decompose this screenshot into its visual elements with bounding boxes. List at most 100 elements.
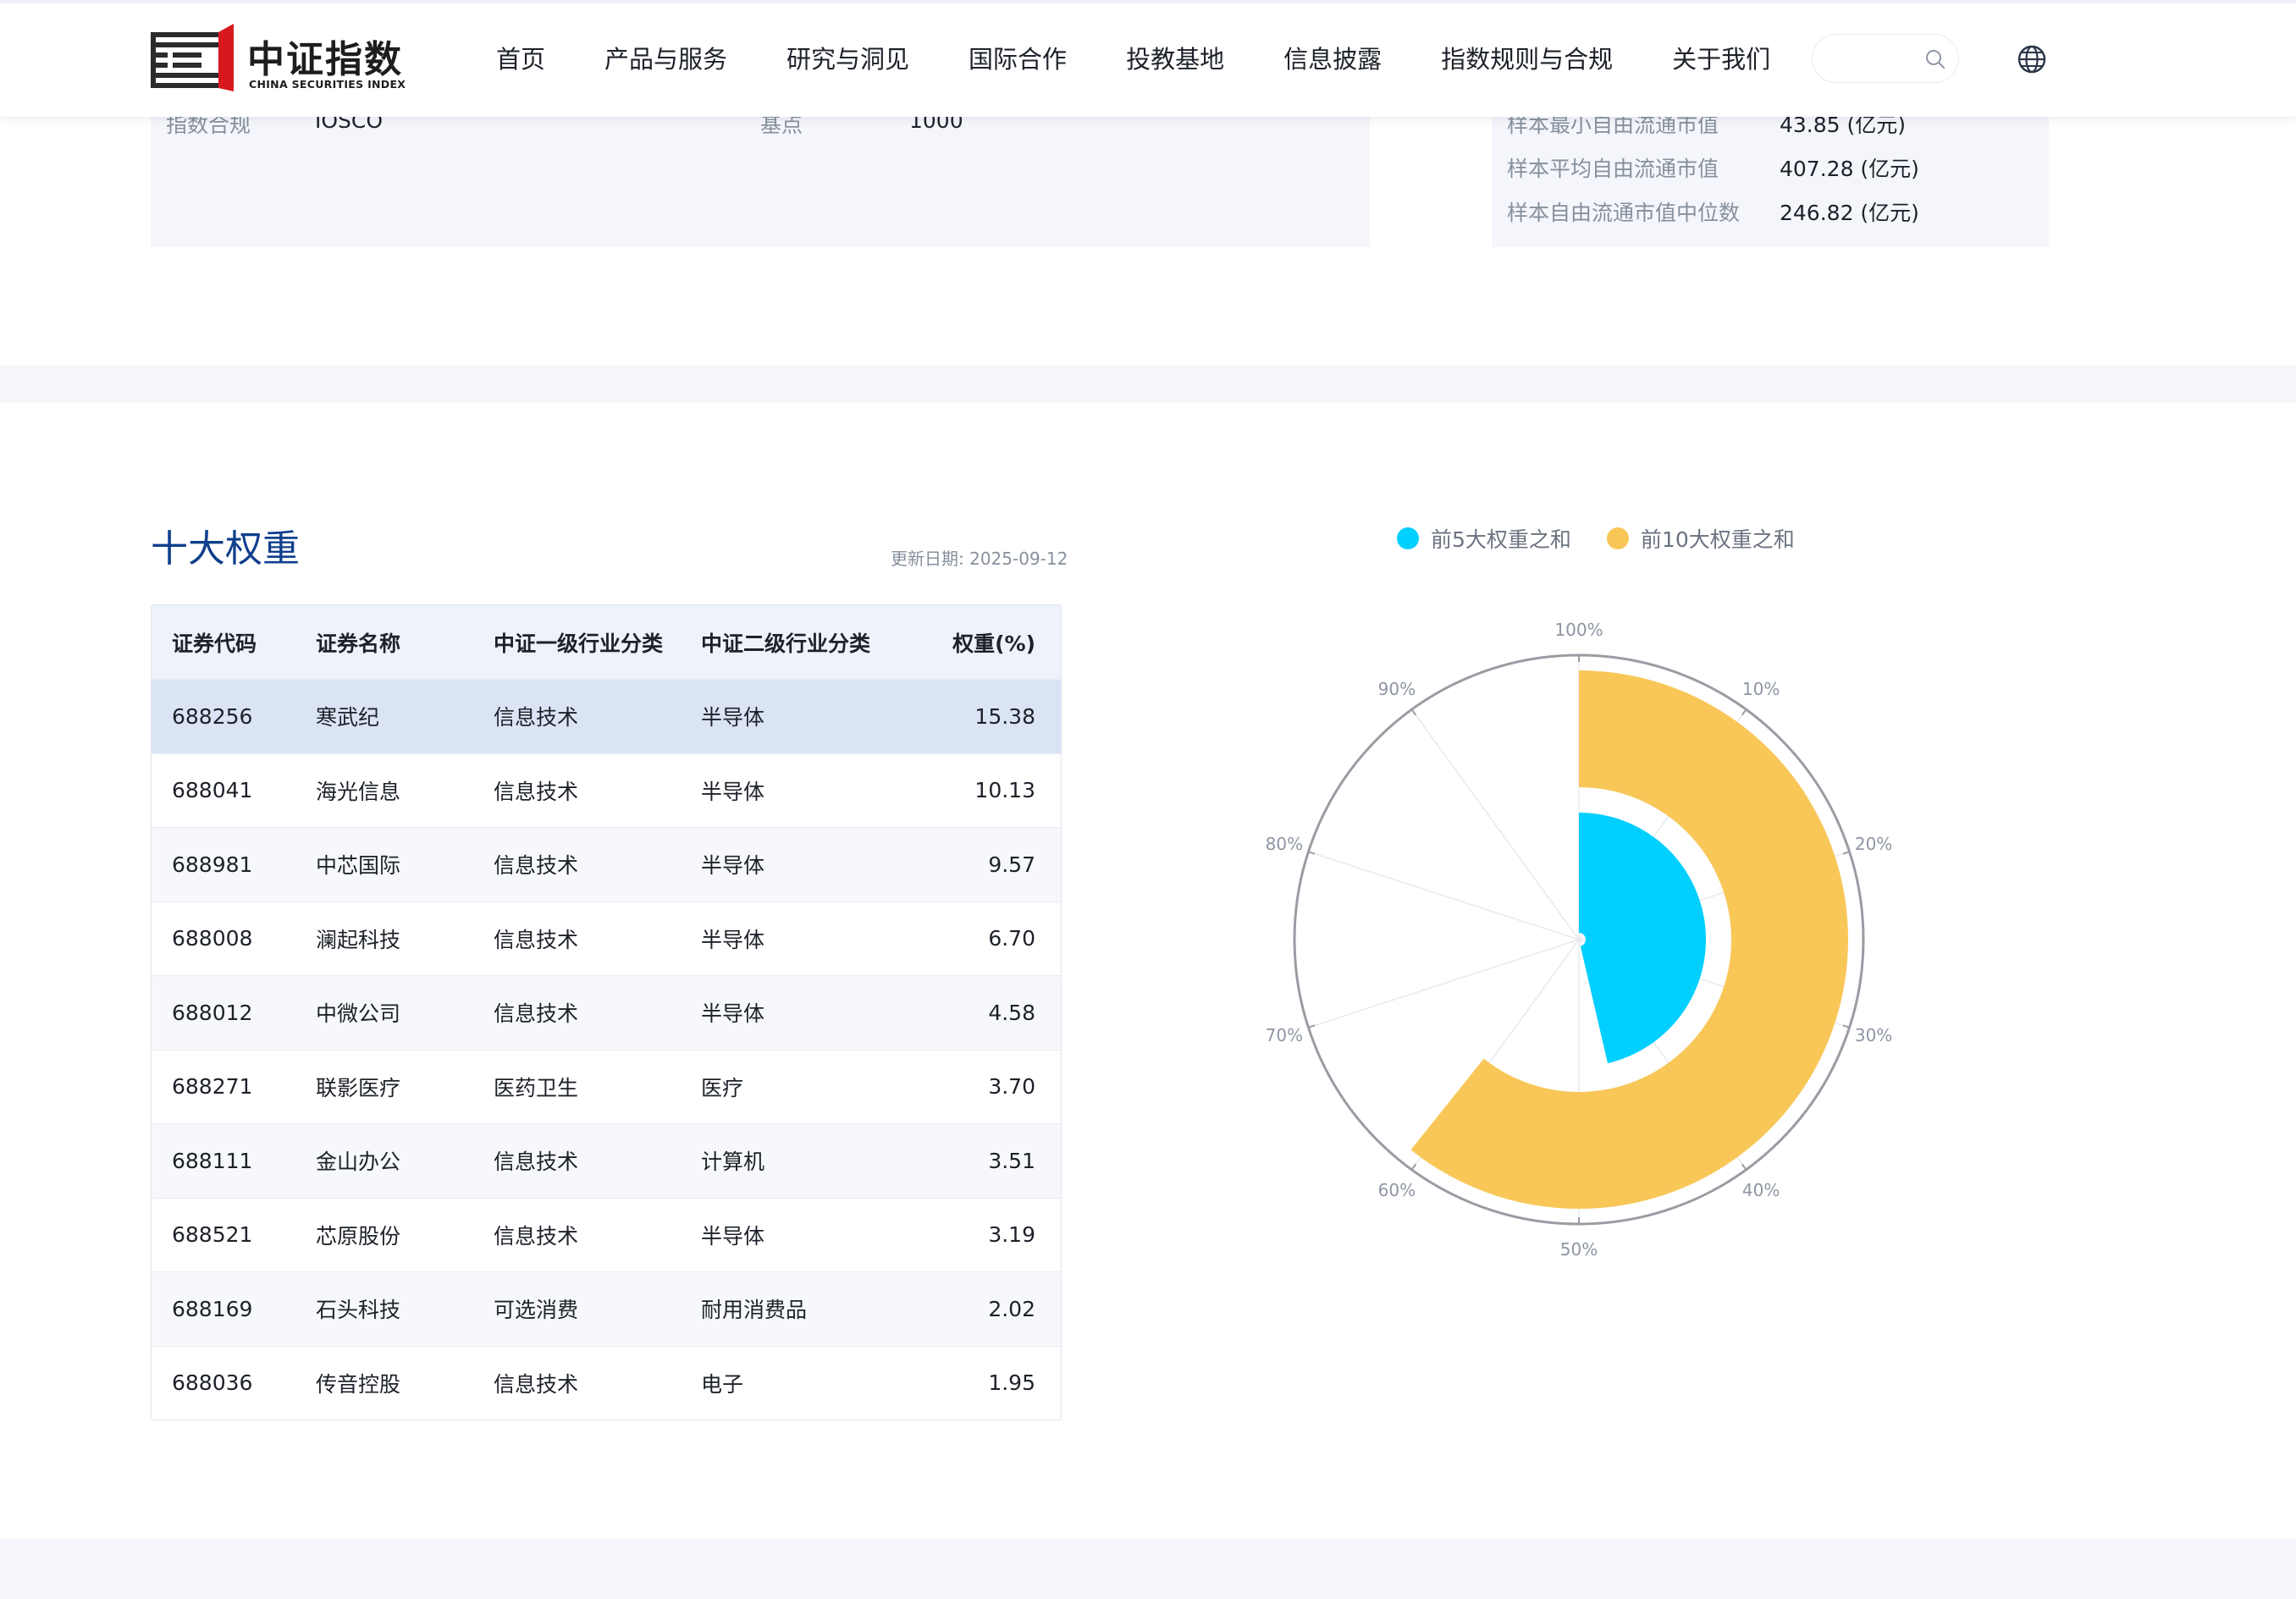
- legend-item-top10[interactable]: 前10大权重之和: [1606, 523, 1795, 554]
- axis-tick-label: 20%: [1855, 834, 1892, 854]
- nav-item-investor-education[interactable]: 投教基地: [1126, 41, 1224, 78]
- cell-level2: 半导体: [701, 853, 765, 879]
- cell-code: 688008: [172, 926, 253, 951]
- cell-code: 688111: [172, 1148, 253, 1173]
- table-row[interactable]: 688521 芯原股份 信息技术 半导体 3.19: [152, 1197, 1061, 1271]
- cell-level2: 半导体: [701, 927, 765, 952]
- cell-name: 寒武纪: [316, 705, 380, 731]
- nav-item-home[interactable]: 首页: [496, 41, 545, 78]
- polar-tick: [1842, 1024, 1850, 1028]
- cell-level2: 半导体: [701, 779, 765, 804]
- polar-tick: [1842, 851, 1850, 855]
- nav-item-disclosure[interactable]: 信息披露: [1283, 41, 1382, 78]
- cell-level1: 信息技术: [494, 853, 579, 879]
- cell-weight: 6.70: [988, 926, 1035, 951]
- weights-polar-chart: 100% 10% 20% 30% 40% 50% 60% 70% 80% 90%: [1266, 620, 1893, 1260]
- cell-weight: 9.57: [988, 852, 1035, 877]
- nav-item-about[interactable]: 关于我们: [1672, 41, 1770, 78]
- main-nav: 首页 产品与服务 研究与洞见 国际合作 投教基地 信息披露 指数规则与合规 关于…: [496, 41, 1830, 78]
- cell-code: 688521: [172, 1222, 253, 1248]
- column-header-level2: 中证二级行业分类: [701, 631, 871, 656]
- search-box: [1812, 34, 1959, 83]
- site-logo[interactable]: 中证指数 CHINA SECURITIES INDEX: [151, 22, 430, 95]
- table-row[interactable]: 688036 传音控股 信息技术 电子 1.95: [152, 1345, 1061, 1420]
- search-icon[interactable]: [1924, 48, 1946, 70]
- cell-code: 688041: [172, 778, 253, 803]
- cell-name: 中微公司: [316, 1001, 401, 1027]
- nav-item-products[interactable]: 产品与服务: [604, 41, 727, 78]
- globe-language-icon[interactable]: [2017, 44, 2047, 74]
- cell-name: 中芯国际: [316, 853, 401, 879]
- table-header-row: 证券代码 证券名称 中证一级行业分类 中证二级行业分类 权重(%): [152, 605, 1061, 679]
- cell-level1: 信息技术: [494, 705, 579, 731]
- logo-english-text: CHINA SECURITIES INDEX: [249, 78, 406, 91]
- polar-spoke: [1308, 939, 1580, 1028]
- axis-tick-label: 40%: [1742, 1180, 1780, 1200]
- section-divider-band: [0, 366, 2296, 403]
- bottom-divider-band: [0, 1539, 2296, 1599]
- nav-item-research[interactable]: 研究与洞见: [786, 41, 909, 78]
- cell-name: 传音控股: [316, 1371, 401, 1397]
- cell-level1: 可选消费: [494, 1298, 579, 1323]
- cell-level2: 半导体: [701, 1001, 765, 1027]
- column-header-level1: 中证一级行业分类: [494, 631, 664, 656]
- table-row[interactable]: 688981 中芯国际 信息技术 半导体 9.57: [152, 827, 1061, 902]
- cell-level1: 信息技术: [494, 1371, 579, 1397]
- search-input[interactable]: [1833, 43, 1918, 74]
- legend-dot-top5: [1397, 527, 1419, 549]
- polar-tick: [1741, 709, 1747, 716]
- csi-logo-mark-icon: [151, 24, 234, 91]
- legend-item-top5[interactable]: 前5大权重之和: [1397, 523, 1571, 554]
- axis-tick-label: 60%: [1378, 1180, 1416, 1200]
- cell-level1: 信息技术: [494, 1223, 579, 1249]
- cell-level1: 医药卫生: [494, 1075, 579, 1100]
- axis-tick-label: 100%: [1554, 620, 1603, 640]
- table-row[interactable]: 688111 金山办公 信息技术 计算机 3.51: [152, 1123, 1061, 1198]
- cell-code: 688169: [172, 1296, 253, 1321]
- legend-label-top10: 前10大权重之和: [1640, 527, 1795, 552]
- cell-code: 688256: [172, 703, 253, 729]
- polar-tick: [1410, 709, 1417, 716]
- axis-tick-label: 10%: [1742, 679, 1780, 699]
- table-row[interactable]: 688008 澜起科技 信息技术 半导体 6.70: [152, 901, 1061, 975]
- cell-weight: 3.51: [988, 1148, 1035, 1173]
- axis-tick-label: 30%: [1855, 1025, 1892, 1045]
- legend-dot-top10: [1606, 527, 1629, 549]
- logo-chinese-text: 中证指数: [247, 38, 403, 81]
- polar-spoke: [1308, 851, 1580, 940]
- polar-bar-top5: [1579, 813, 1706, 1064]
- table-row[interactable]: 688041 海光信息 信息技术 半导体 10.13: [152, 753, 1061, 827]
- stat-label: 样本平均自由流通市值: [1507, 157, 1719, 181]
- table-row[interactable]: 688169 石头科技 可选消费 耐用消费品 2.02: [152, 1271, 1061, 1346]
- cell-level1: 信息技术: [494, 1150, 579, 1175]
- cell-name: 芯原股份: [316, 1223, 401, 1249]
- column-header-weight: 权重(%): [952, 631, 1035, 656]
- top-ten-table: 证券代码 证券名称 中证一级行业分类 中证二级行业分类 权重(%) 688256…: [151, 604, 1062, 1420]
- cell-level2: 半导体: [701, 1223, 765, 1249]
- cell-weight: 4.58: [988, 1000, 1035, 1025]
- cell-name: 金山办公: [316, 1150, 401, 1175]
- chart-legend: 前5大权重之和 前10大权重之和: [1397, 523, 1830, 554]
- nav-item-international[interactable]: 国际合作: [969, 41, 1067, 78]
- cell-name: 澜起科技: [316, 927, 401, 952]
- update-date-label: 更新日期:: [891, 549, 964, 569]
- top-ten-title: 十大权重: [151, 527, 300, 571]
- table-row[interactable]: 688256 寒武纪 信息技术 半导体 15.38: [152, 679, 1061, 753]
- table-row[interactable]: 688271 联影医疗 医药卫生 医疗 3.70: [152, 1049, 1061, 1123]
- cell-code: 688981: [172, 852, 253, 877]
- polar-tick: [1308, 851, 1316, 855]
- polar-tick: [1410, 1163, 1417, 1171]
- cell-level2: 计算机: [701, 1150, 765, 1175]
- update-date: 更新日期: 2025-09-12: [891, 545, 1068, 570]
- cell-name: 联影医疗: [316, 1075, 401, 1100]
- cell-level2: 半导体: [701, 705, 765, 731]
- cell-level1: 信息技术: [494, 1001, 579, 1027]
- table-row[interactable]: 688012 中微公司 信息技术 半导体 4.58: [152, 975, 1061, 1050]
- top-navigation-bar: 中证指数 CHINA SECURITIES INDEX 首页 产品与服务 研究与…: [0, 0, 2296, 117]
- column-header-name: 证券名称: [316, 631, 401, 656]
- update-date-value: 2025-09-12: [969, 549, 1068, 569]
- cell-level2: 医疗: [701, 1075, 744, 1100]
- nav-item-rules[interactable]: 指数规则与合规: [1441, 41, 1613, 78]
- polar-tick: [1741, 1163, 1747, 1171]
- legend-label-top5: 前5大权重之和: [1431, 527, 1571, 552]
